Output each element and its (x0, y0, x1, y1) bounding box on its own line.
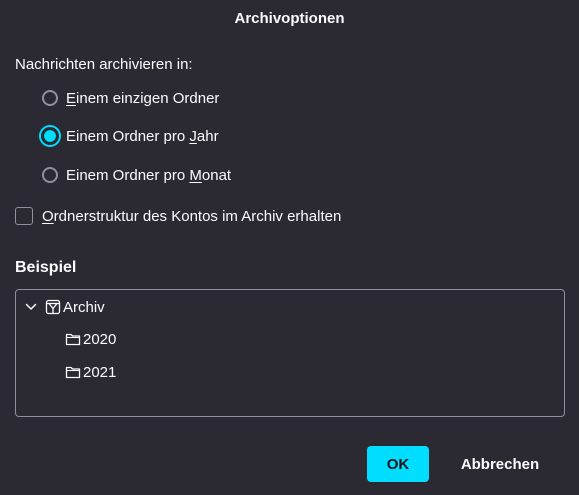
folder-icon (65, 331, 81, 347)
tree-label-2020: 2020 (83, 330, 117, 348)
cancel-button[interactable]: Abbrechen (440, 446, 560, 482)
folder-icon (65, 364, 81, 380)
archive-granularity-label: Nachrichten archivieren in: (15, 56, 193, 73)
dialog-title: Archivoptionen (234, 10, 345, 27)
example-tree: Archiv 2020 2021 (15, 289, 565, 417)
keep-folder-structure-label: Ordnerstruktur des Kontos im Archiv erha… (42, 207, 342, 225)
chevron-down-icon[interactable] (24, 300, 38, 314)
keep-folder-structure-checkbox[interactable] (15, 207, 33, 225)
radio-folder-per-year[interactable]: Einem Ordner pro Jahr (39, 124, 219, 148)
radio-single-folder[interactable]: Einem einzigen Ordner (42, 86, 219, 110)
radio-button-checked[interactable] (39, 125, 61, 147)
archive-options-dialog: Archivoptionen Nachrichten archivieren i… (0, 0, 579, 495)
example-heading: Beispiel (15, 259, 77, 276)
radio-button[interactable] (42, 167, 58, 183)
radio-button[interactable] (42, 90, 58, 106)
tree-row-archive[interactable]: Archiv (24, 295, 105, 319)
tree-label-archive: Archiv (63, 298, 105, 316)
ok-button[interactable]: OK (367, 446, 429, 482)
tree-row-2021[interactable]: 2021 (65, 360, 116, 384)
radio-single-folder-label: Einem einzigen Ordner (66, 89, 220, 107)
tree-label-2021: 2021 (83, 363, 117, 381)
keep-folder-structure-checkbox-row[interactable]: Ordnerstruktur des Kontos im Archiv erha… (15, 204, 341, 228)
radio-folder-per-year-label: Einem Ordner pro Jahr (66, 127, 219, 145)
tree-row-2020[interactable]: 2020 (65, 327, 116, 351)
radio-folder-per-month[interactable]: Einem Ordner pro Monat (42, 163, 231, 187)
radio-folder-per-month-label: Einem Ordner pro Monat (66, 166, 232, 184)
archive-icon (45, 299, 61, 315)
